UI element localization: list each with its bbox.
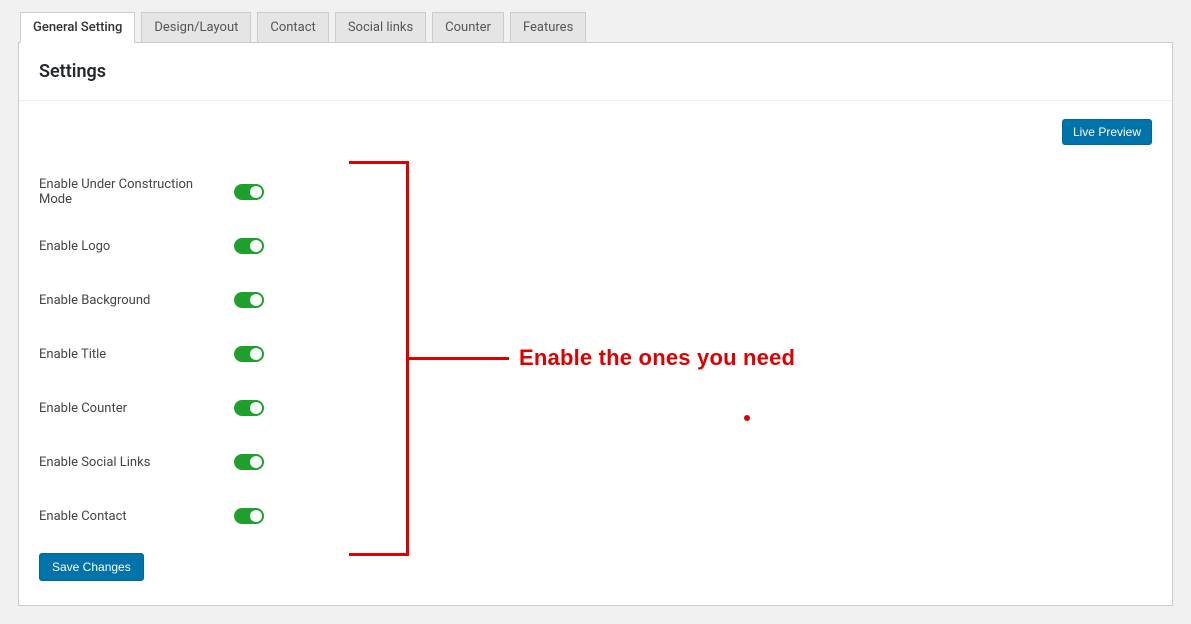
page-title: Settings (39, 61, 1152, 82)
setting-label: Enable Under Construction Mode (39, 177, 234, 207)
toggle-enable-under-construction-mode[interactable] (234, 184, 264, 200)
settings-list: Enable Under Construction Mode Enable Lo… (39, 165, 1152, 543)
toggle-enable-counter[interactable] (234, 400, 264, 416)
setting-label: Enable Title (39, 347, 234, 362)
setting-label: Enable Counter (39, 401, 234, 416)
toggle-enable-logo[interactable] (234, 238, 264, 254)
setting-enable-contact: Enable Contact (39, 489, 1152, 543)
setting-enable-social-links: Enable Social Links (39, 435, 1152, 489)
tab-counter[interactable]: Counter (432, 12, 504, 43)
tab-design-layout[interactable]: Design/Layout (141, 12, 251, 43)
setting-label: Enable Logo (39, 239, 234, 254)
setting-enable-background: Enable Background (39, 273, 1152, 327)
toggle-enable-contact[interactable] (234, 508, 264, 524)
setting-enable-title: Enable Title (39, 327, 1152, 381)
tab-general-setting[interactable]: General Setting (20, 12, 135, 43)
settings-panel: Settings Live Preview Enable Under Const… (18, 42, 1173, 606)
setting-enable-under-construction-mode: Enable Under Construction Mode (39, 165, 1152, 219)
tabs-bar: General Setting Design/Layout Contact So… (18, 12, 1173, 43)
setting-label: Enable Social Links (39, 455, 234, 470)
setting-enable-counter: Enable Counter (39, 381, 1152, 435)
live-preview-button[interactable]: Live Preview (1062, 119, 1152, 145)
setting-label: Enable Background (39, 293, 234, 308)
tab-features[interactable]: Features (510, 12, 586, 43)
tab-social-links[interactable]: Social links (335, 12, 426, 43)
setting-enable-logo: Enable Logo (39, 219, 1152, 273)
setting-label: Enable Contact (39, 509, 234, 524)
tab-contact[interactable]: Contact (257, 12, 328, 43)
toggle-enable-title[interactable] (234, 346, 264, 362)
toggle-enable-social-links[interactable] (234, 454, 264, 470)
save-button[interactable]: Save Changes (39, 553, 144, 581)
toggle-enable-background[interactable] (234, 292, 264, 308)
